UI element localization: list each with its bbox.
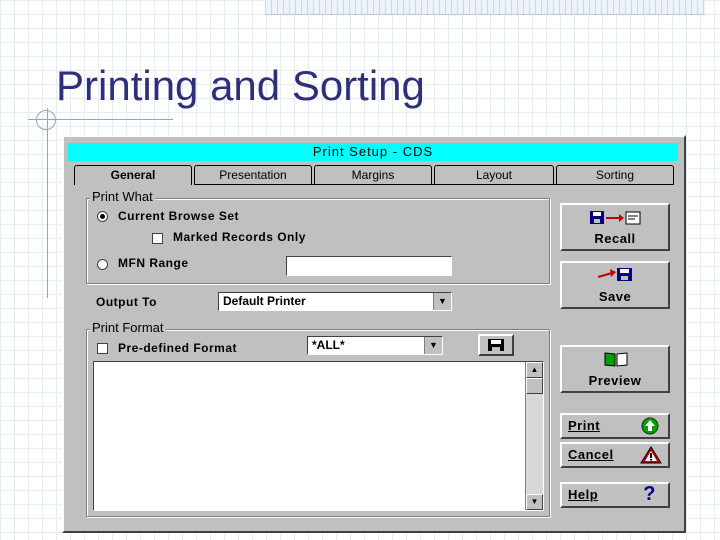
marked-records-only-checkbox[interactable] — [152, 233, 163, 244]
dialog-title-bar: Print Setup - CDS — [68, 143, 678, 161]
predefined-format-label: Pre-defined Format — [118, 341, 238, 355]
help-button[interactable]: Help ? — [560, 482, 670, 508]
tab-general[interactable]: General — [74, 165, 192, 185]
mfn-range-input[interactable] — [286, 256, 452, 276]
output-to-label: Output To — [96, 295, 157, 309]
scroll-down-icon[interactable]: ▼ — [526, 494, 543, 510]
format-value: *ALL* — [312, 338, 345, 352]
tab-layout[interactable]: Layout — [434, 165, 554, 184]
tab-sorting[interactable]: Sorting — [556, 165, 674, 184]
current-browse-set-label: Current Browse Set — [118, 209, 240, 223]
dropdown-arrow-icon[interactable]: ▼ — [424, 337, 442, 354]
cancel-label: Cancel — [568, 447, 614, 462]
print-what-label: Print What — [90, 189, 155, 204]
output-to-select[interactable]: Default Printer ▼ — [218, 292, 452, 311]
mfn-range-label: MFN Range — [118, 256, 189, 270]
print-label: Print — [568, 418, 601, 433]
format-select[interactable]: *ALL* ▼ — [307, 336, 443, 355]
slide-title: Printing and Sorting — [56, 62, 425, 109]
slide-decoration-circle — [36, 110, 56, 130]
output-to-value: Default Printer — [223, 294, 306, 308]
print-go-icon — [641, 417, 659, 435]
floppy-disk-icon — [488, 339, 504, 351]
current-browse-set-radio[interactable] — [97, 211, 108, 222]
slide-top-band — [265, 0, 705, 15]
save-format-button[interactable] — [478, 334, 514, 356]
tab-presentation[interactable]: Presentation — [194, 165, 312, 184]
print-button[interactable]: Print — [560, 413, 670, 439]
format-listbox[interactable]: ▲ ▼ — [93, 361, 544, 511]
question-mark-icon: ? — [643, 483, 656, 505]
save-icon — [597, 268, 632, 281]
scroll-up-icon[interactable]: ▲ — [526, 362, 543, 378]
preview-label: Preview — [588, 373, 642, 388]
tab-margins[interactable]: Margins — [314, 165, 432, 184]
cancel-button[interactable]: Cancel — [560, 442, 670, 468]
recall-icon — [590, 211, 641, 225]
warning-icon — [640, 446, 662, 464]
scroll-thumb[interactable] — [526, 378, 543, 394]
format-listbox-scrollbar[interactable]: ▲ ▼ — [525, 362, 543, 510]
save-button[interactable]: Save — [560, 261, 670, 309]
print-format-label: Print Format — [90, 320, 166, 335]
slide-decoration-line — [47, 108, 48, 298]
recall-button[interactable]: Recall — [560, 203, 670, 251]
help-label: Help — [568, 487, 599, 502]
dropdown-arrow-icon[interactable]: ▼ — [433, 293, 451, 310]
save-label: Save — [598, 289, 632, 304]
predefined-format-checkbox[interactable] — [97, 343, 108, 354]
marked-records-only-label: Marked Records Only — [173, 230, 306, 244]
mfn-range-radio[interactable] — [97, 259, 108, 270]
preview-button[interactable]: Preview — [560, 345, 670, 393]
tab-divider — [194, 184, 674, 185]
open-book-icon — [604, 352, 628, 367]
print-setup-dialog: Print Setup - CDS General Presentation M… — [62, 135, 686, 533]
recall-label: Recall — [594, 231, 636, 246]
